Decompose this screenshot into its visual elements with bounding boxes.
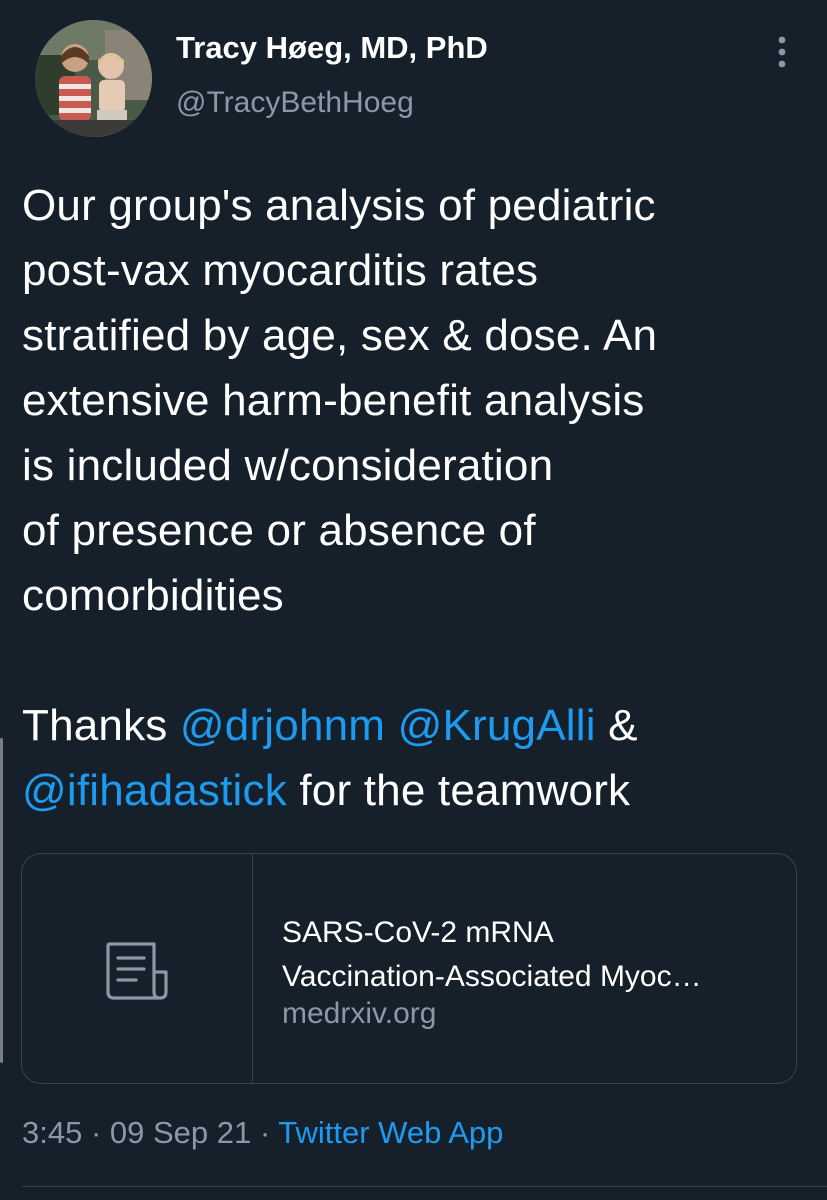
tweet-meta: 3:45 · 09 Sep 21 · Twitter Web App — [22, 1115, 503, 1151]
divider — [22, 1186, 827, 1187]
tweet-time[interactable]: 3:45 — [22, 1115, 82, 1150]
author-handle[interactable]: @TracyBethHoeg — [176, 86, 414, 120]
mention-ifihadastick[interactable]: @ifihadastick — [22, 766, 287, 815]
tweet-text: Our group's analysis of pediatric post-v… — [22, 173, 812, 823]
tweet-line: Our group's analysis of pediatric — [22, 181, 656, 230]
link-card[interactable]: SARS-CoV-2 mRNA Vaccination-Associated M… — [21, 853, 797, 1084]
card-title-line: SARS-CoV-2 mRNA — [282, 916, 554, 949]
card-thumbnail — [22, 854, 253, 1083]
tweet-line: is included w/consideration — [22, 441, 554, 490]
tweet-line: of presence or absence of — [22, 506, 536, 555]
document-icon — [106, 942, 168, 1000]
tweet-line-teamwork: @ifihadastick for the teamwork — [22, 758, 812, 823]
tweet-date[interactable]: 09 Sep 21 — [110, 1115, 251, 1150]
mention-krugalli[interactable]: @KrugAlli — [398, 701, 596, 750]
tweet-source-link[interactable]: Twitter Web App — [278, 1115, 503, 1150]
tweet-line-thanks: Thanks @drjohnm @KrugAlli & — [22, 693, 812, 758]
meta-separator: · — [82, 1115, 110, 1150]
more-vertical-icon — [778, 36, 786, 68]
ampersand: & — [595, 701, 638, 750]
tweet-line: post-vax myocarditis rates — [22, 246, 539, 295]
avatar-photo — [35, 20, 152, 137]
thanks-suffix: for the teamwork — [286, 766, 631, 815]
tweet-line: comorbidities — [22, 571, 284, 620]
tweet-line: stratified by age, sex & dose. An — [22, 311, 658, 360]
author-display-name[interactable]: Tracy Høeg, MD, PhD — [176, 30, 488, 66]
mention-drjohnm[interactable]: @drjohnm — [180, 701, 385, 750]
avatar[interactable] — [35, 20, 152, 137]
meta-separator: · — [251, 1115, 279, 1150]
card-title-line: Vaccination-Associated Myoc… — [282, 960, 702, 993]
card-domain: medrxiv.org — [282, 997, 437, 1030]
thanks-prefix: Thanks — [22, 701, 180, 750]
more-options-button[interactable] — [762, 30, 802, 74]
left-edge-scrollbar — [0, 738, 3, 1063]
card-title: SARS-CoV-2 mRNA Vaccination-Associated M… — [282, 911, 782, 999]
tweet-line: extensive harm-benefit analysis — [22, 376, 645, 425]
